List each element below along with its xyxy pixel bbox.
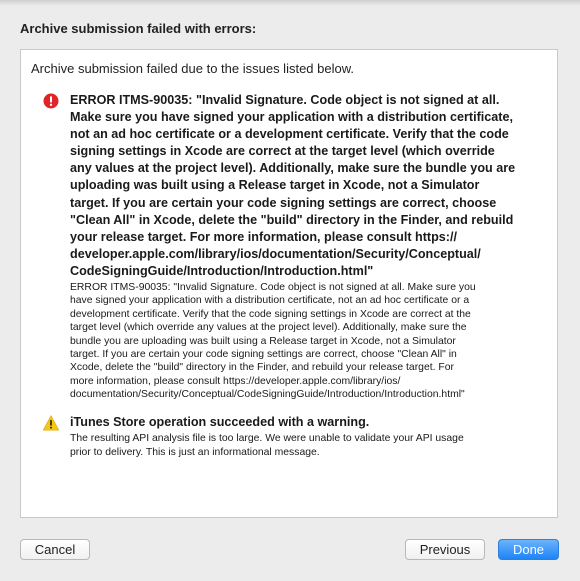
- issue-warning-text: iTunes Store operation succeeded with a …: [70, 414, 538, 459]
- detail-line: have signed your application with a dist…: [70, 295, 470, 307]
- issue-error-text: ERROR ITMS-90035: "Invalid Signature. Co…: [70, 92, 538, 402]
- issue-heading: ERROR ITMS-90035: "Invalid Signature. Co…: [70, 92, 538, 280]
- cancel-button[interactable]: Cancel: [20, 539, 90, 560]
- warning-icon: [43, 415, 59, 431]
- issues-panel[interactable]: Archive submission failed due to the iss…: [20, 49, 558, 518]
- detail-line: development certificate. Verify that the…: [70, 308, 471, 320]
- heading-line: any values at the project level). Additi…: [70, 161, 516, 176]
- heading-line: developer.apple.com/library/ios/document…: [70, 246, 481, 261]
- heading-line: iTunes Store operation succeeded with a …: [70, 415, 370, 429]
- heading-line: CodeSigningGuide/Introduction/Introducti…: [70, 263, 374, 278]
- detail-line: documentation/Security/Conceptual/CodeSi…: [70, 389, 465, 401]
- heading-line: uploading was built using a Release targ…: [70, 178, 480, 193]
- detail-line: prior to delivery. This is just an infor…: [70, 446, 320, 458]
- detail-line: ERROR ITMS-90035: "Invalid Signature. Co…: [70, 282, 476, 294]
- heading-line: Make sure you have signed your applicati…: [70, 110, 513, 125]
- done-button[interactable]: Done: [498, 539, 559, 560]
- dialog-title: Archive submission failed with errors:: [20, 21, 257, 36]
- heading-line: not an ad hoc certificate or a developme…: [70, 127, 509, 142]
- window-top-edge: [0, 0, 580, 6]
- heading-line: "Clean All" in Xcode, delete the "build"…: [70, 212, 514, 227]
- detail-line: bundle you are uploading was built using…: [70, 335, 456, 347]
- detail-line: target. If you are certain your code sig…: [70, 349, 457, 361]
- detail-line: target level (which override any values …: [70, 322, 467, 334]
- previous-button[interactable]: Previous: [405, 539, 485, 560]
- heading-line: target. If you are certain your code sig…: [70, 195, 497, 210]
- heading-line: ERROR ITMS-90035: "Invalid Signature. Co…: [70, 93, 500, 107]
- summary-text: Archive submission failed due to the iss…: [31, 61, 355, 76]
- issue-detail: The resulting API analysis file is too l…: [70, 432, 538, 459]
- detail-line: Xcode, delete the "build" directory in t…: [70, 362, 454, 374]
- heading-line: signing settings in Xcode are correct at…: [70, 144, 495, 159]
- issue-detail: ERROR ITMS-90035: "Invalid Signature. Co…: [70, 281, 538, 402]
- error-icon: [43, 93, 59, 109]
- heading-line: your release target. For more informatio…: [70, 229, 457, 244]
- detail-line: more information, please consult https:/…: [70, 375, 401, 387]
- detail-line: The resulting API analysis file is too l…: [70, 433, 464, 445]
- issue-heading: iTunes Store operation succeeded with a …: [70, 414, 538, 431]
